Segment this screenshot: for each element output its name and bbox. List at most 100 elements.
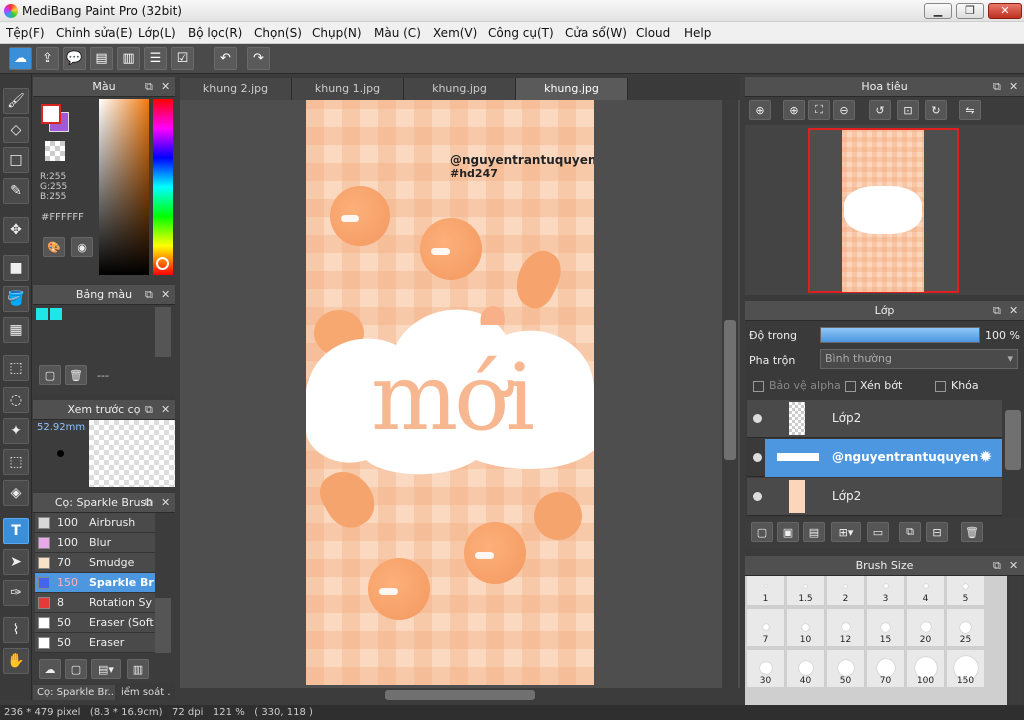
fill-rect-icon[interactable]: ■: [3, 255, 29, 281]
blend-mode-select[interactable]: Bình thường ▾: [820, 349, 1018, 369]
duplicate-layer-icon[interactable]: ⧉: [899, 522, 921, 542]
close-button[interactable]: ✕: [988, 3, 1022, 19]
select-eraser-icon[interactable]: ◈: [3, 480, 29, 506]
brush-size-cell[interactable]: 25: [947, 609, 985, 647]
trash-icon[interactable]: 🗑: [961, 522, 983, 542]
brush-item-airbrush[interactable]: 100 Airbrush: [35, 513, 155, 533]
menu-window[interactable]: Cửa sổ(W): [565, 26, 627, 40]
checklist-icon[interactable]: ☑: [171, 47, 194, 70]
layer-row[interactable]: Lớp2: [747, 478, 1002, 516]
cloud-icon[interactable]: ☁: [9, 47, 32, 70]
palette-swatch[interactable]: [50, 308, 62, 320]
menu-layer[interactable]: Lớp(L): [138, 26, 176, 40]
move-tool-icon[interactable]: ✥: [3, 217, 29, 243]
brush-item-rotation[interactable]: 8 Rotation Sy: [35, 593, 155, 613]
clipping-checkbox[interactable]: [845, 381, 856, 392]
protect-alpha-checkbox[interactable]: [753, 381, 764, 392]
layer-row-selected[interactable]: @nguyentrantuquyen ✹: [747, 439, 1002, 477]
menu-edit[interactable]: Chỉnh sửa(E): [56, 26, 133, 40]
tab-khung-a[interactable]: khung.jpg: [404, 78, 516, 100]
brush-size-cell[interactable]: 50: [827, 650, 865, 688]
shape-tool-icon[interactable]: □: [3, 147, 29, 173]
brush-list-scrollbar[interactable]: [155, 598, 171, 653]
cloud-download-icon[interactable]: ☁: [39, 659, 61, 679]
brush-item-eraser-soft[interactable]: 50 Eraser (Soft: [35, 613, 155, 633]
palette-swatch[interactable]: [36, 308, 48, 320]
gear-icon[interactable]: ✹: [979, 447, 992, 466]
close-icon[interactable]: ✕: [1009, 77, 1018, 97]
brush-size-cell[interactable]: 1: [747, 576, 785, 606]
brush-item-eraser[interactable]: 50 Eraser: [35, 633, 155, 653]
new-halftone-layer-icon[interactable]: ▣: [777, 522, 799, 542]
brush-size-cell[interactable]: 70: [867, 650, 905, 688]
brush-tool-icon[interactable]: 🖌: [3, 88, 29, 114]
brush-size-cell[interactable]: 40: [787, 650, 825, 688]
undock-icon[interactable]: ⧉: [993, 556, 1001, 576]
close-icon[interactable]: ✕: [161, 285, 170, 305]
layer-scrollbar[interactable]: [1005, 410, 1021, 470]
close-icon[interactable]: ✕: [1009, 556, 1018, 576]
brush-size-scrollbar[interactable]: [1009, 576, 1023, 705]
brush-size-cell[interactable]: 4: [907, 576, 945, 606]
redo-icon[interactable]: ↷: [247, 47, 270, 70]
color-picker-icon[interactable]: ◉: [71, 237, 93, 257]
merge-layer-icon[interactable]: ⊟: [926, 522, 948, 542]
layer-row[interactable]: Lớp2: [747, 400, 1002, 438]
add-layer-menu-icon[interactable]: ⊞▾: [831, 522, 861, 542]
close-icon[interactable]: ✕: [1009, 301, 1018, 321]
menu-snap[interactable]: Chụp(N): [312, 26, 362, 40]
tab-brush[interactable]: Cọ: Sparkle Br...: [33, 685, 115, 700]
brush-size-cell[interactable]: 20: [907, 609, 945, 647]
brush-settings-icon[interactable]: ▥: [127, 659, 149, 679]
comment-icon[interactable]: 💬: [63, 47, 86, 70]
canvas-vertical-scrollbar[interactable]: [722, 100, 738, 688]
close-icon[interactable]: ✕: [161, 493, 170, 513]
menu-cloud[interactable]: Cloud: [636, 26, 670, 40]
rotate-left-icon[interactable]: ↺: [869, 100, 891, 120]
select-pen-icon[interactable]: ⬚: [3, 449, 29, 475]
undock-icon[interactable]: ⧉: [993, 77, 1001, 97]
undock-icon[interactable]: ⧉: [993, 301, 1001, 321]
brush-size-cell[interactable]: 1.5: [787, 576, 825, 606]
scroll-thumb[interactable]: [385, 690, 535, 700]
brush-size-cell[interactable]: 2: [827, 576, 865, 606]
tab-khung-b[interactable]: khung.jpg: [516, 78, 628, 100]
brush-size-cell[interactable]: 100: [907, 650, 945, 688]
new-palette-icon[interactable]: ▢: [39, 365, 61, 385]
menu-color[interactable]: Màu (C): [374, 26, 421, 40]
navigator-view[interactable]: [745, 125, 1024, 295]
brush-size-cell[interactable]: 7: [747, 609, 785, 647]
flip-icon[interactable]: ⇋: [959, 100, 981, 120]
reset-view-icon[interactable]: ⊡: [897, 100, 919, 120]
lasso-select-icon[interactable]: ◌: [3, 387, 29, 413]
undock-icon[interactable]: ⧉: [145, 400, 153, 420]
undock-icon[interactable]: ⧉: [145, 77, 153, 97]
palette-scrollbar[interactable]: [155, 307, 171, 357]
tab-control[interactable]: iểm soát .: [117, 685, 175, 700]
brush-size-cell[interactable]: 10: [787, 609, 825, 647]
maximize-button[interactable]: ❐: [956, 3, 984, 19]
menu-filter[interactable]: Bộ lọc(R): [188, 26, 242, 40]
brush-item-sparkle[interactable]: 150 Sparkle Br: [35, 573, 155, 593]
trash-icon[interactable]: 🗑: [65, 365, 87, 385]
rect-select-icon[interactable]: ⬚: [3, 355, 29, 381]
close-icon[interactable]: ✕: [161, 400, 170, 420]
undock-icon[interactable]: ⧉: [145, 285, 153, 305]
opacity-slider[interactable]: [820, 327, 980, 343]
hue-handle[interactable]: [156, 257, 169, 270]
saturation-value-box[interactable]: [99, 99, 149, 275]
undock-icon[interactable]: ⧉: [145, 493, 153, 513]
magic-wand-icon[interactable]: ✦: [3, 418, 29, 444]
eyedropper-icon[interactable]: ⌇: [3, 617, 29, 643]
brush-size-cell[interactable]: 150: [947, 650, 985, 688]
dot-brush-icon[interactable]: ✎: [3, 178, 29, 204]
viewport-frame[interactable]: [808, 128, 959, 293]
zoom-plus-icon[interactable]: ⊕: [783, 100, 805, 120]
tab-khung-2[interactable]: khung 2.jpg: [180, 78, 292, 100]
canvas-horizontal-scrollbar[interactable]: [180, 688, 740, 702]
hue-slider[interactable]: [153, 99, 173, 275]
undo-icon[interactable]: ↶: [214, 47, 237, 70]
brush-item-blur[interactable]: 100 Blur: [35, 533, 155, 553]
minimize-button[interactable]: ▁: [924, 3, 952, 19]
brush-menu-icon[interactable]: ▤▾: [91, 659, 121, 679]
